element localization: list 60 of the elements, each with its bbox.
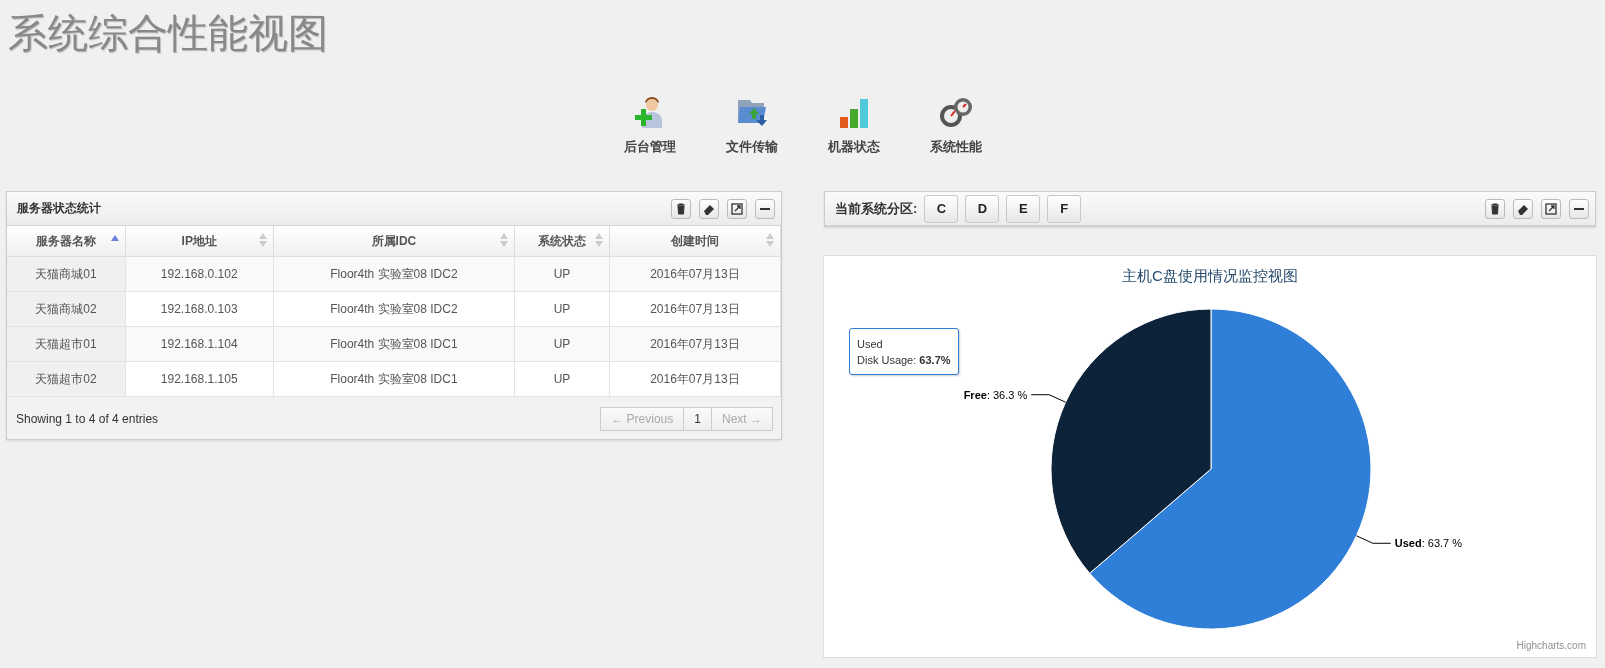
column-header[interactable]: IP地址 bbox=[125, 226, 274, 257]
minimize-button[interactable] bbox=[755, 198, 775, 219]
column-header[interactable]: 系统状态 bbox=[514, 226, 610, 257]
trash-icon bbox=[674, 201, 688, 216]
expand-button[interactable] bbox=[727, 198, 747, 219]
panel-title: 服务器状态统计 bbox=[17, 200, 102, 217]
nav-item[interactable]: 后台管理 bbox=[617, 96, 682, 156]
table-cell: Floor4th 实验室08 IDC2 bbox=[273, 291, 515, 327]
table-cell: 天猫商城01 bbox=[7, 256, 126, 292]
table-cell: 2016年07月13日 bbox=[609, 291, 781, 327]
minus-icon bbox=[1574, 207, 1584, 210]
partition-button[interactable]: D bbox=[965, 194, 1000, 223]
table-cell: 192.168.1.105 bbox=[125, 361, 274, 397]
table-cell: 天猫超市01 bbox=[7, 326, 126, 362]
table-info: Showing 1 to 4 of 4 entries bbox=[16, 412, 159, 426]
column-header[interactable]: 创建时间 bbox=[609, 226, 781, 257]
leader-line bbox=[1030, 394, 1067, 403]
table-cell: UP bbox=[514, 361, 610, 397]
data-label: Free: 36.3 % bbox=[963, 387, 1028, 403]
table-cell: 192.168.0.103 bbox=[125, 291, 274, 327]
partition-button[interactable]: F bbox=[1047, 194, 1082, 223]
table-cell: Floor4th 实验室08 IDC1 bbox=[273, 326, 515, 362]
data-label: Used: 63.7 % bbox=[1394, 536, 1463, 552]
page-title: 系统综合性能视图 bbox=[8, 9, 329, 54]
table-cell: 192.168.0.102 bbox=[125, 256, 274, 292]
table-cell: UP bbox=[514, 326, 610, 362]
pagination-button[interactable]: 1 bbox=[683, 407, 712, 431]
delete-button[interactable] bbox=[671, 198, 691, 219]
expand-button[interactable] bbox=[1541, 198, 1561, 219]
table-cell: 2016年07月13日 bbox=[609, 256, 781, 292]
chart-title: 主机C盘使用情况监控视图 bbox=[1122, 267, 1298, 284]
minimize-button[interactable] bbox=[1569, 198, 1589, 219]
table-cell: Floor4th 实验室08 IDC1 bbox=[273, 361, 515, 397]
nav-item[interactable]: 文件传输 bbox=[719, 96, 784, 156]
chart-tooltip: Used Disk Usage: 63.7% bbox=[849, 328, 959, 375]
table-cell: 192.168.1.104 bbox=[125, 326, 274, 362]
leader-line bbox=[1355, 535, 1392, 544]
gauge-icon bbox=[938, 96, 973, 130]
expand-icon bbox=[1544, 201, 1558, 216]
partition-label: 当前系统分区: bbox=[835, 199, 918, 218]
column-header[interactable]: 所属IDC bbox=[273, 226, 515, 257]
column-header[interactable]: 服务器名称 bbox=[7, 226, 126, 257]
delete-button[interactable] bbox=[1485, 198, 1505, 219]
table-cell: UP bbox=[514, 256, 610, 292]
table-cell: 2016年07月13日 bbox=[609, 361, 781, 397]
edit-button[interactable] bbox=[1513, 198, 1533, 219]
sort-ascending-icon[interactable] bbox=[110, 235, 119, 241]
table-cell: UP bbox=[514, 291, 610, 327]
expand-icon bbox=[730, 201, 744, 216]
table-cell: 2016年07月13日 bbox=[609, 326, 781, 362]
edit-button[interactable] bbox=[699, 198, 719, 219]
partition-button[interactable]: C bbox=[924, 194, 959, 223]
nav-item[interactable]: 机器状态 bbox=[821, 96, 886, 156]
partition-button[interactable]: E bbox=[1006, 194, 1041, 223]
trash-icon bbox=[1488, 201, 1502, 216]
table-cell: 天猫超市02 bbox=[7, 361, 126, 397]
minus-icon bbox=[760, 207, 770, 210]
table-cell: Floor4th 实验室08 IDC2 bbox=[273, 256, 515, 292]
table-cell: 天猫商城02 bbox=[7, 291, 126, 327]
nav-item[interactable]: 系统性能 bbox=[923, 96, 988, 156]
